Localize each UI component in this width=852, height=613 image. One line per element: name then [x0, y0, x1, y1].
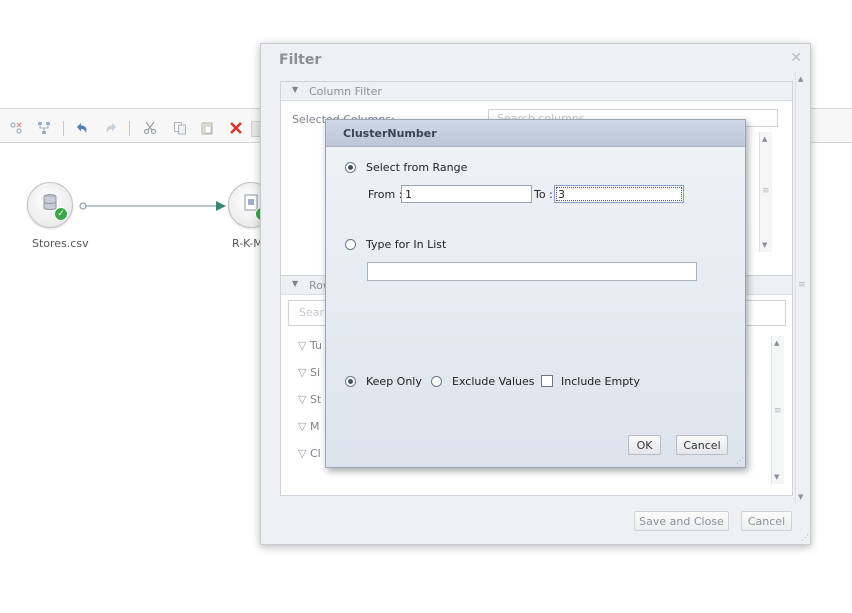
scroll-grip-icon[interactable]: ≡ — [798, 280, 806, 290]
filter-cancel-button[interactable]: Cancel — [741, 511, 792, 531]
row-filter-item[interactable]: ▽ Cl — [298, 447, 321, 460]
delete-icon[interactable] — [229, 121, 243, 135]
to-label: To : — [534, 188, 553, 201]
row-filter-item[interactable]: ▽ M — [298, 420, 319, 433]
column-filter-header-label: Column Filter — [309, 85, 382, 98]
scroll-up-icon[interactable]: ▲ — [762, 135, 767, 143]
exclude-values-radio[interactable] — [431, 376, 442, 387]
resize-grip-icon[interactable]: ⋰ — [801, 533, 809, 542]
keep-only-radio[interactable] — [345, 376, 356, 387]
cluster-dialog-body: Select from Range From : To : Type for I… — [326, 147, 745, 467]
redo-icon[interactable] — [104, 121, 118, 135]
row-filter-item-label: Tu — [309, 339, 322, 352]
cluster-cancel-button[interactable]: Cancel — [676, 435, 728, 455]
node-label: R-K-M — [232, 237, 263, 250]
row-filter-item[interactable]: ▽ St — [298, 393, 321, 406]
row-filter-item-label: Cl — [309, 447, 321, 460]
scroll-grip-icon[interactable]: ≡ — [774, 406, 782, 416]
scroll-down-icon[interactable]: ▼ — [774, 473, 779, 481]
funnel-icon: ▽ — [298, 339, 307, 352]
in-list-input[interactable] — [367, 262, 697, 281]
filter-dialog-title: Filter — [279, 52, 322, 68]
type-for-in-list-radio[interactable] — [345, 239, 356, 250]
undo-icon[interactable] — [75, 121, 89, 135]
column-filter-header[interactable]: ▼ Column Filter — [281, 82, 792, 101]
type-for-in-list-label: Type for In List — [366, 238, 447, 251]
row-filter-item-label: St — [309, 393, 322, 406]
scroll-up-icon[interactable]: ▲ — [774, 339, 779, 347]
row-filter-item[interactable]: ▽ Tu — [298, 339, 322, 352]
toolbar-separator — [63, 121, 64, 136]
cluster-dialog-title: ClusterNumber — [343, 127, 437, 140]
row-filter-item[interactable]: ▽ Si — [298, 366, 320, 379]
cluster-dialog-header[interactable]: ClusterNumber — [326, 120, 745, 147]
funnel-icon: ▽ — [298, 420, 307, 433]
from-label: From : — [368, 188, 403, 201]
save-and-close-button[interactable]: Save and Close — [634, 511, 729, 531]
row-list-scrollbar[interactable]: ▲ ≡ ▼ — [771, 336, 784, 484]
remove-link-icon[interactable] — [9, 121, 23, 135]
layout-icon[interactable] — [37, 121, 51, 135]
close-icon[interactable]: ✕ — [790, 50, 802, 66]
toolbar-separator — [129, 121, 130, 136]
keep-only-label: Keep Only — [366, 375, 422, 388]
node-label: Stores.csv — [32, 237, 89, 250]
select-from-range-label: Select from Range — [366, 161, 468, 174]
include-empty-checkbox[interactable] — [541, 375, 553, 387]
scroll-down-icon[interactable]: ▼ — [798, 493, 803, 501]
scroll-down-icon[interactable]: ▼ — [762, 241, 767, 249]
connector-arrow — [79, 201, 226, 211]
scroll-grip-icon[interactable]: ≡ — [762, 186, 770, 196]
include-empty-label: Include Empty — [561, 375, 641, 388]
funnel-icon: ▽ — [298, 366, 307, 379]
ok-button[interactable]: OK — [628, 435, 661, 455]
scroll-up-icon[interactable]: ▲ — [798, 75, 803, 83]
from-input[interactable] — [401, 185, 532, 203]
node-stores-csv[interactable]: ✓ — [27, 182, 73, 228]
collapse-triangle-icon: ▼ — [292, 85, 299, 94]
cut-icon[interactable] — [143, 121, 157, 135]
funnel-icon: ▽ — [298, 447, 307, 460]
collapse-triangle-icon: ▼ — [292, 279, 299, 288]
filter-dialog-scrollbar[interactable]: ▲ ≡ ▼ — [795, 72, 808, 504]
success-check-icon: ✓ — [54, 207, 68, 221]
exclude-values-label: Exclude Values — [452, 375, 535, 388]
column-list-scrollbar[interactable]: ▲ ≡ ▼ — [759, 132, 772, 252]
row-search-placeholder: Sear — [299, 306, 325, 319]
copy-icon[interactable] — [173, 121, 187, 135]
resize-grip-icon[interactable]: ⋰ — [736, 456, 744, 465]
funnel-icon: ▽ — [298, 393, 307, 406]
row-filter-item-label: Si — [309, 366, 321, 379]
row-filter-item-label: M — [309, 420, 320, 433]
to-input[interactable] — [554, 185, 684, 203]
paste-icon[interactable] — [200, 121, 214, 135]
cluster-number-dialog: ClusterNumber Select from Range From : T… — [325, 119, 746, 468]
select-from-range-radio[interactable] — [345, 162, 356, 173]
